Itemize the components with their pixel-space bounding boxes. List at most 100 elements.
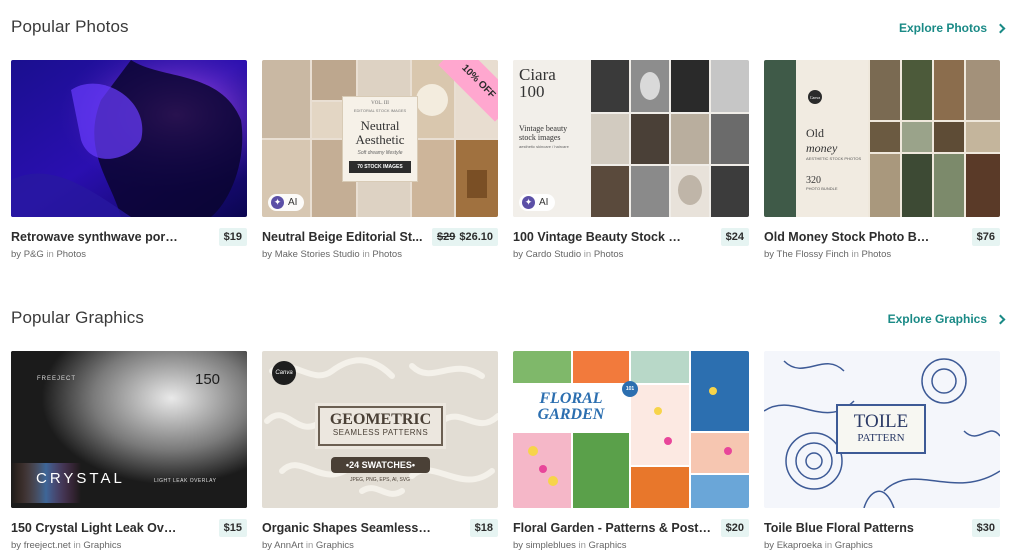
product-thumbnail[interactable]: Canva Old money AESTHETIC STOCK PHOTOS 3… [764,60,1000,217]
crystal-title: CRYSTAL [36,470,125,487]
author-link[interactable]: P&G [24,249,44,260]
product-title[interactable]: Old Money Stock Photo Bundle [764,230,934,244]
price-badge: $76 [971,228,1000,246]
author-link[interactable]: freeject.net [24,540,71,551]
price-value: $15 [223,522,242,534]
price-badge: $20 [720,519,749,537]
price-badge: $19 [218,228,247,246]
in-label: in [583,249,592,260]
product-card[interactable]: FREEJECT 150 CRYSTAL LIGHT LEAK OVERLAY … [11,351,247,551]
chevron-right-icon [995,23,1006,33]
product-thumbnail[interactable] [11,60,247,217]
author-link[interactable]: The Flossy Finch [777,249,849,260]
by-label: by [262,540,273,551]
ai-label: AI [288,197,298,208]
ciara-line3: aesthetic skincare / haircare [519,144,569,149]
category-link[interactable]: Photos [372,249,402,260]
ciara-line1: Vintage beauty [519,124,568,133]
author-link[interactable]: Cardo Studio [526,249,581,260]
product-thumbnail[interactable]: FREEJECT 150 CRYSTAL LIGHT LEAK OVERLAY [11,351,247,508]
section-title: Popular Graphics [11,308,144,327]
price-value: $24 [725,231,744,243]
product-thumbnail[interactable]: Canva GEOMETRIC SEAMLESS PATTERNS •24 SW… [262,351,498,508]
toile-title: TOILE [853,411,909,432]
byline: by freeject.net in Graphics [11,540,247,551]
product-thumbnail[interactable]: Ciara 100 Vintage beauty stock images ae… [513,60,749,217]
tagline: Soft dreamy lifestyle [357,150,403,156]
price-value: $30 [976,522,995,534]
byline: by P&G in Photos [11,249,247,260]
product-title[interactable]: Toile Blue Floral Patterns [764,521,914,535]
price-value: $19 [223,231,242,243]
category-link[interactable]: Photos [56,249,86,260]
in-label: in [305,540,314,551]
by-label: by [11,540,22,551]
product-title[interactable]: 150 Crystal Light Leak Overlay [11,521,181,535]
in-label: in [73,540,81,551]
product-title[interactable]: 100 Vintage Beauty Stock Images [513,230,683,244]
formats-label: JPEG, PNG, EPS, AI, SVG [349,477,411,483]
product-thumbnail[interactable]: FLORAL GARDEN 101 [513,351,749,508]
category-link[interactable]: Graphics [835,540,873,551]
ciara-number: 100 [519,82,545,101]
category-link[interactable]: Graphics [83,540,121,551]
in-label: in [362,249,370,260]
ciara-line2: stock images [519,133,561,142]
byline: by Ekaproeka in Graphics [764,540,1000,551]
price-badge: $15 [218,519,247,537]
sparkle-icon: ✦ [271,196,284,209]
category-link[interactable]: Graphics [589,540,627,551]
category-link[interactable]: Photos [594,249,624,260]
product-card[interactable]: Canva GEOMETRIC SEAMLESS PATTERNS •24 SW… [262,351,498,551]
author-link[interactable]: AnnArt [274,540,303,551]
product-thumbnail[interactable]: VOL. III EDITORIAL STOCK IMAGES Neutral … [262,60,498,217]
product-card[interactable]: VOL. III EDITORIAL STOCK IMAGES Neutral … [262,60,498,260]
product-title[interactable]: Organic Shapes Seamless Patte... [262,521,432,535]
explore-photos-link[interactable]: Explore Photos [899,21,1006,35]
product-title[interactable]: Floral Garden - Patterns & Posters [513,521,713,535]
freeject-label: FREEJECT [37,376,77,382]
sparkle-icon: ✦ [522,196,535,209]
byline: by Make Stories Studio in Photos [262,249,498,260]
ciara-name: Ciara [519,65,556,84]
by-label: by [11,249,22,260]
in-label: in [578,540,586,551]
count-badge: 101 [625,386,635,392]
price-value: $76 [976,231,995,243]
canva-logo-text: Canva [275,370,293,376]
author-link[interactable]: Ekaproeka [777,540,822,551]
price-badge: $24 [720,228,749,246]
product-title[interactable]: Neutral Beige Editorial St... [262,230,422,244]
category-link[interactable]: Photos [862,249,892,260]
byline: by The Flossy Finch in Photos [764,249,1000,260]
old-money-grid-image [764,60,1000,217]
product-card[interactable]: TOILE PATTERN Toile Blue Floral Patterns… [764,351,1000,551]
author-link[interactable]: simpleblues [526,540,576,551]
product-title[interactable]: Retrowave synthwave portrait. [11,230,181,244]
section-title: Popular Photos [11,17,129,36]
category-link[interactable]: Graphics [316,540,354,551]
synthwave-portrait-image [11,60,247,217]
floral-garden-title: FLORAL GARDEN [513,391,629,423]
crystal-sub: LIGHT LEAK OVERLAY [154,478,217,484]
price-value: $26.10 [459,231,493,243]
price-value: $20 [725,522,744,534]
ai-badge: ✦ AI [519,194,556,211]
by-label: by [513,249,524,260]
explore-graphics-link[interactable]: Explore Graphics [888,312,1006,326]
product-thumbnail[interactable]: TOILE PATTERN [764,351,1000,508]
price-badge: $30 [971,519,1000,537]
beauty-grid-image [591,60,749,217]
geometric-label: GEOMETRIC SEAMLESS PATTERNS [315,403,446,449]
crystal-number: 150 [195,371,221,388]
author-link[interactable]: Make Stories Studio [275,249,360,260]
product-card[interactable]: FLORAL GARDEN 101 Floral Garden - Patter… [513,351,749,551]
product-card[interactable]: Canva Old money AESTHETIC STOCK PHOTOS 3… [764,60,1000,260]
neutral-aesthetic-title: Neutral Aesthetic [355,118,405,147]
count-label: 70 STOCK IMAGES [349,161,411,173]
byline: by simpleblues in Graphics [513,540,749,551]
product-card[interactable]: Ciara 100 Vintage beauty stock images ae… [513,60,749,260]
product-card[interactable]: Retrowave synthwave portrait. $19 by P&G… [11,60,247,260]
geometric-sub: SEAMLESS PATTERNS [332,428,429,437]
photo-card-list: Retrowave synthwave portrait. $19 by P&G… [11,60,1000,260]
